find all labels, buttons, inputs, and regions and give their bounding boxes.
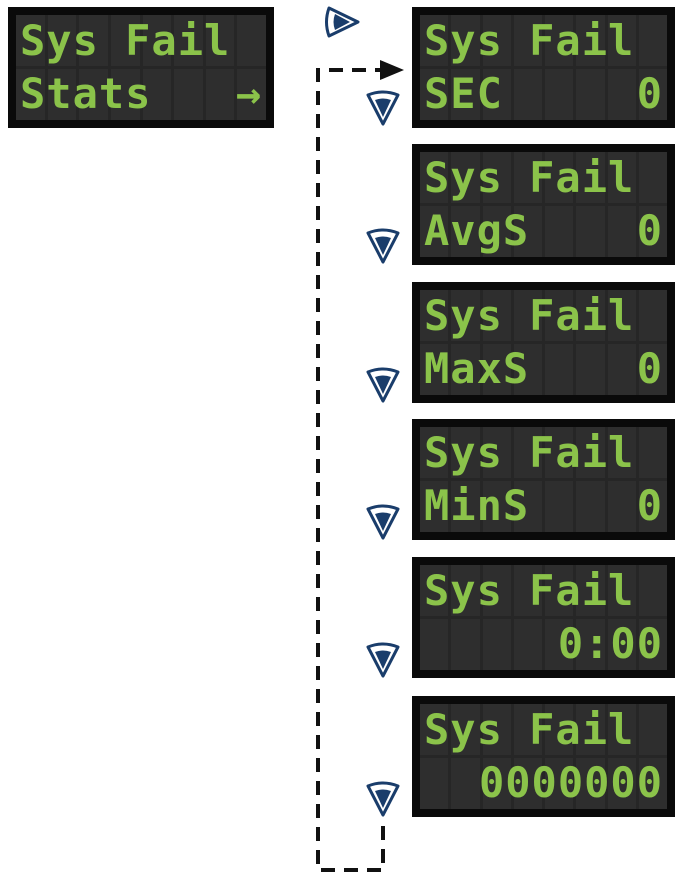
down-arrow-button-icon[interactable] xyxy=(366,90,400,126)
flow-diagram xyxy=(316,6,404,872)
down-arrow-button-icon[interactable] xyxy=(366,781,400,817)
down-arrow-button-icon[interactable] xyxy=(366,367,400,403)
down-arrow-button-icon[interactable] xyxy=(366,642,400,678)
right-arrow-button-icon[interactable] xyxy=(325,6,360,38)
loop-connector-line xyxy=(316,68,385,872)
down-arrow-button-icon[interactable] xyxy=(366,504,400,540)
down-arrow-button-icon[interactable] xyxy=(366,228,400,264)
loop-arrowhead xyxy=(380,60,404,80)
